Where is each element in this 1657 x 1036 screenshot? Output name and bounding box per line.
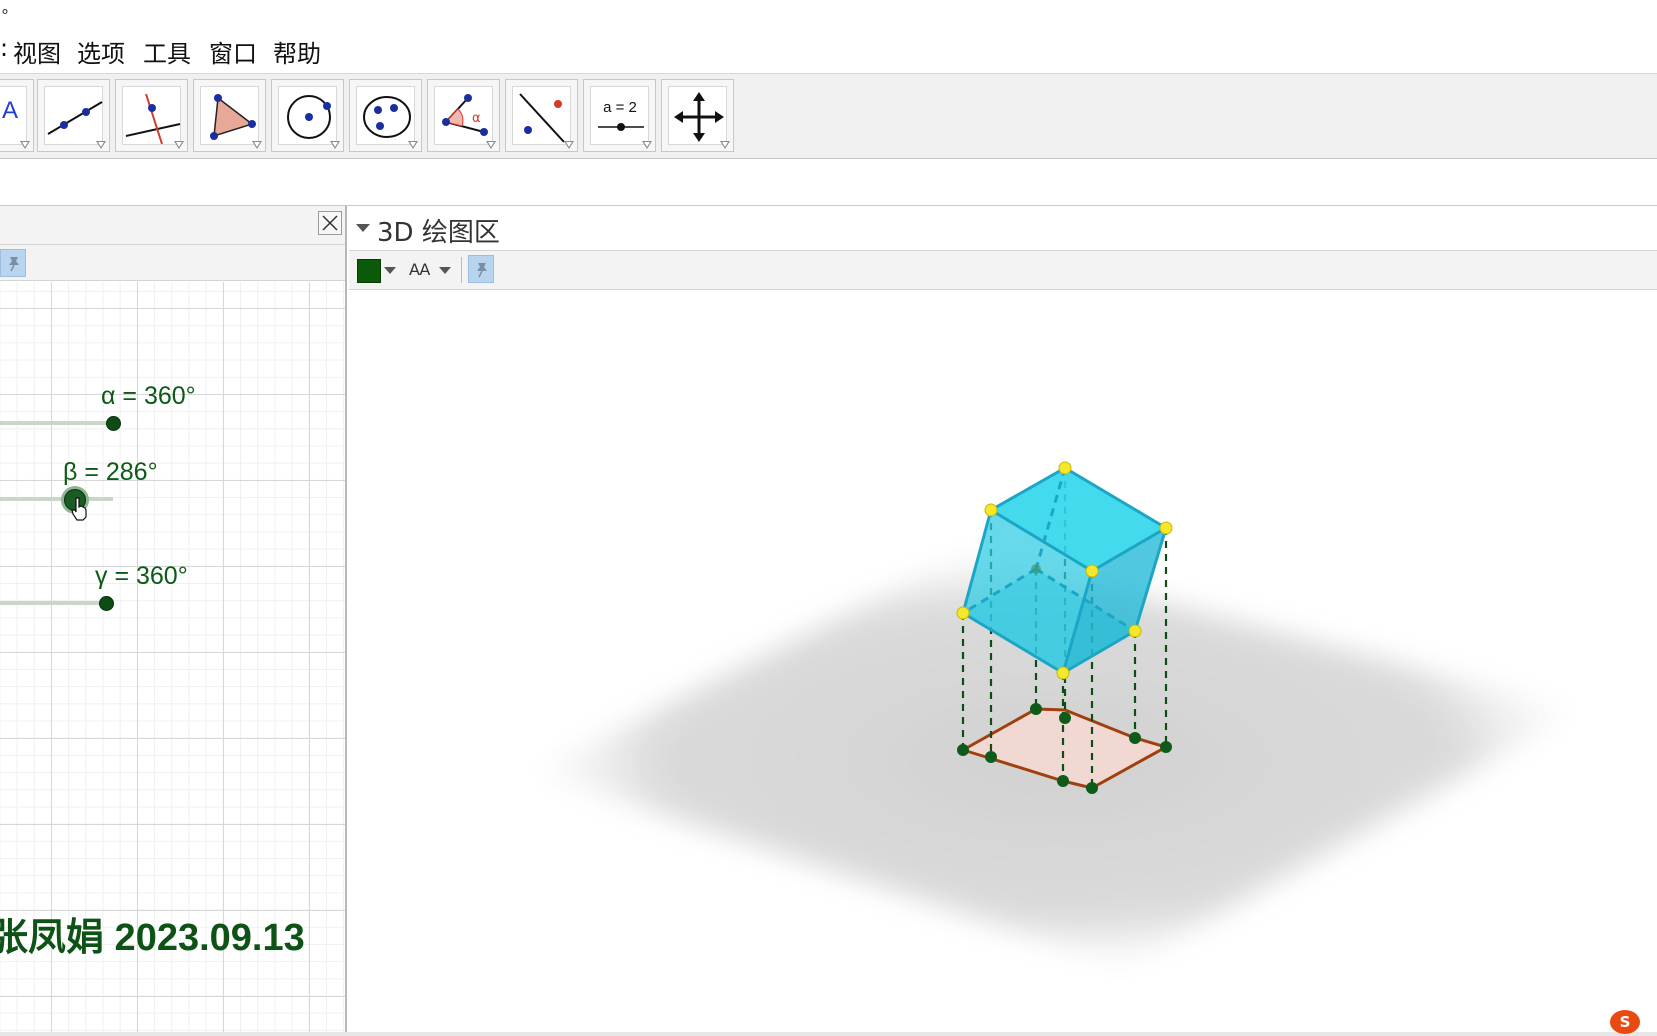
graphics-style-bar [0, 245, 345, 281]
menu-bar: : 视图 选项 工具 窗口 帮助 [0, 30, 1657, 70]
slider-gamma-label: γ = 360° [95, 562, 188, 590]
ime-logo: S [1610, 1010, 1640, 1034]
color-dropdown-icon[interactable] [384, 267, 396, 274]
reflect-tool-button[interactable] [505, 79, 578, 152]
menu-leading-fragment: : [0, 34, 9, 62]
svg-text:α: α [472, 111, 481, 126]
style-bar-separator [461, 257, 462, 283]
perpendicular-tool-button[interactable] [115, 79, 188, 152]
graphics-view-header [0, 206, 345, 245]
close-view-button[interactable] [318, 211, 342, 235]
view-3d-title: 3D 绘图区 [377, 218, 500, 248]
view-3d-panel: 3D 绘图区 AA [349, 206, 1657, 1036]
title-fragment: ° [1, 6, 9, 25]
menu-help[interactable]: 帮助 [273, 34, 321, 69]
toolbar: A α a = 2 [0, 73, 1657, 159]
line-tool-button[interactable] [37, 79, 110, 152]
view-3d-canvas[interactable] [349, 290, 1657, 1036]
slider-alpha-track[interactable] [0, 421, 113, 425]
slider-gamma-knob[interactable] [99, 596, 114, 611]
object-color-swatch[interactable] [357, 259, 381, 283]
menu-options[interactable]: 选项 [77, 34, 125, 69]
pin-toggle-button[interactable] [0, 249, 26, 277]
input-bar[interactable] [0, 159, 1657, 206]
collapse-view-icon[interactable] [356, 224, 370, 232]
text-tool-button[interactable]: A [0, 79, 34, 152]
ellipse-tool-button[interactable] [349, 79, 422, 152]
circle-tool-button[interactable] [271, 79, 344, 152]
menu-tools[interactable]: 工具 [143, 34, 191, 69]
graphics-view-panel: α = 360° β = 286° γ = 360° 张凤娟 2023.09.1… [0, 206, 347, 1036]
slider-gamma-track[interactable] [0, 601, 113, 605]
pin-icon [477, 263, 487, 278]
close-icon [322, 215, 338, 231]
menu-view[interactable]: 视图 [13, 34, 61, 69]
move-view-tool-button[interactable] [661, 79, 734, 152]
view-3d-header: 3D 绘图区 [349, 206, 1657, 251]
slider-alpha-label: α = 360° [101, 382, 196, 410]
hand-cursor-icon [71, 497, 87, 521]
title-bar: ° [0, 0, 1657, 25]
svg-text:a = 2: a = 2 [603, 99, 637, 116]
angle-tool-button[interactable]: α [427, 79, 500, 152]
svg-text:A: A [2, 97, 18, 124]
status-strip [0, 1032, 1657, 1036]
text-size-button[interactable]: AA [409, 260, 430, 279]
pin-3d-toggle-button[interactable] [468, 255, 494, 283]
author-signature: 张凤娟 2023.09.13 [0, 917, 305, 959]
slider-tool-button[interactable]: a = 2 [583, 79, 656, 152]
polygon-tool-button[interactable] [193, 79, 266, 152]
text-size-dropdown-icon[interactable] [439, 267, 451, 274]
pin-icon [9, 257, 19, 272]
slider-alpha-knob[interactable] [106, 416, 121, 431]
slider-beta-label: β = 286° [63, 458, 158, 486]
menu-window[interactable]: 窗口 [209, 34, 257, 69]
slider-beta-track[interactable] [0, 497, 113, 501]
view-3d-style-bar: AA [349, 251, 1657, 290]
